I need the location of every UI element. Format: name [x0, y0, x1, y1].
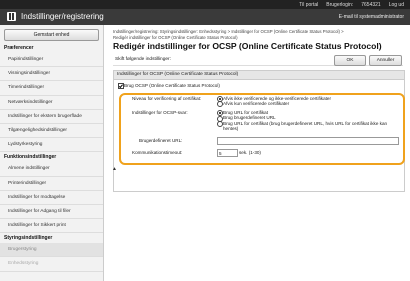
toolbar-label: Skift følgende indstillinger:	[115, 57, 171, 62]
top-links: Til portal Brugerlogin: 7654321 Log ud	[299, 2, 404, 8]
sidebar-item-printer[interactable]: Printerindstillinger	[0, 177, 103, 191]
sidebar-item-device-management[interactable]: Enhedsstyring	[0, 257, 103, 272]
ok-button[interactable]: OK	[334, 55, 366, 66]
sidebar-item-receive[interactable]: Indstillinger for modtagelse	[0, 191, 103, 205]
timeout-unit: sek. (1-30)	[239, 150, 261, 155]
restart-device-button[interactable]: Gemstart enhed	[4, 29, 99, 41]
responder-option-3-label: Brug URL for certifikat (brug brugerdefi…	[223, 120, 388, 132]
sidebar-item-secure-print[interactable]: Indstillinger for Sikkert print	[0, 219, 103, 234]
logout-link[interactable]: Log ud	[389, 2, 404, 8]
portal-link[interactable]: Til portal	[299, 2, 318, 8]
responder-label: Indstillinger for OCSP-svar:	[132, 110, 188, 115]
section-header: Indstillinger for OCSP (Online Certifica…	[114, 71, 404, 80]
custom-url-label: Brugerdefineret URL:	[139, 138, 183, 143]
sidebar: Gemstart enhed Præferencer Papirindstill…	[0, 25, 104, 281]
sidebar-item-display[interactable]: Visningsindstillinger	[0, 67, 103, 82]
toolbar: Skift følgende indstillinger: OK Annulle…	[113, 55, 403, 66]
timeout-value: 5	[219, 150, 222, 156]
email-admin-link[interactable]: E-mail til systemadministrator	[339, 14, 404, 20]
breadcrumb-line-1[interactable]: Indstillinger/registrering: Styringsinds…	[113, 29, 344, 35]
breadcrumb-line-2: Redigér indstillinger for OCSP (Online C…	[113, 34, 238, 40]
sidebar-item-file-access[interactable]: Indstillinger for Adgang til filer	[0, 205, 103, 220]
timeout-label: Kommunikationstimeout:	[132, 150, 183, 155]
custom-url-input[interactable]	[217, 137, 399, 145]
sidebar-item-volume[interactable]: Lydstyrkestyring	[0, 138, 103, 153]
page-title: Redigér indstillinger for OCSP (Online C…	[113, 41, 382, 51]
sidebar-item-accessibility[interactable]: Tilgængelighedsindstillinger	[0, 124, 103, 139]
sidebar-header-preferences: Præferencer	[4, 45, 34, 51]
login-user: 7654321	[361, 1, 381, 8]
timeout-input[interactable]: 5	[217, 149, 238, 157]
responder-option-1-label: Brug URL for certifikat	[223, 109, 269, 115]
breadcrumb: Indstillinger/registrering: Styringsinds…	[113, 29, 344, 40]
sidebar-item-general[interactable]: Almene indstillinger	[0, 162, 103, 177]
sidebar-item-network[interactable]: Netværksindstillinger	[0, 96, 103, 110]
title-bar: Indstillinger/registrering E-mail til sy…	[0, 9, 410, 25]
verification-option-2-label: Afvis kun verificerede certifikater	[223, 100, 290, 106]
settings-icon	[7, 12, 16, 21]
verification-level-label: Niveau for verificering af certifikat:	[132, 96, 202, 101]
responder-option-2-label: Brug brugerdefineret URL	[223, 115, 276, 120]
login-label: Brugerlogin:	[326, 1, 354, 8]
app-title: Indstillinger/registrering	[21, 12, 104, 21]
sidebar-item-timer[interactable]: Timerindstillinger	[0, 81, 103, 96]
sidebar-item-user-management[interactable]: Brugerstyring	[0, 243, 103, 258]
sidebar-item-paper[interactable]: Papirindstillinger	[0, 53, 103, 68]
back-to-top-icon[interactable]: ▲	[112, 166, 117, 172]
use-ocsp-label: Brug OCSP (Online Certificate Status Pro…	[124, 82, 220, 88]
sidebar-item-remote-ui[interactable]: Indstillinger for ekstern brugerflade	[0, 110, 103, 124]
top-bar: Til portal Brugerlogin: 7654321 Log ud	[0, 0, 410, 9]
cancel-button[interactable]: Annuller	[369, 55, 402, 66]
sidebar-header-management: Styringsindstillinger	[4, 235, 53, 242]
sidebar-header-functions: Funktionsindstillinger	[4, 154, 57, 161]
